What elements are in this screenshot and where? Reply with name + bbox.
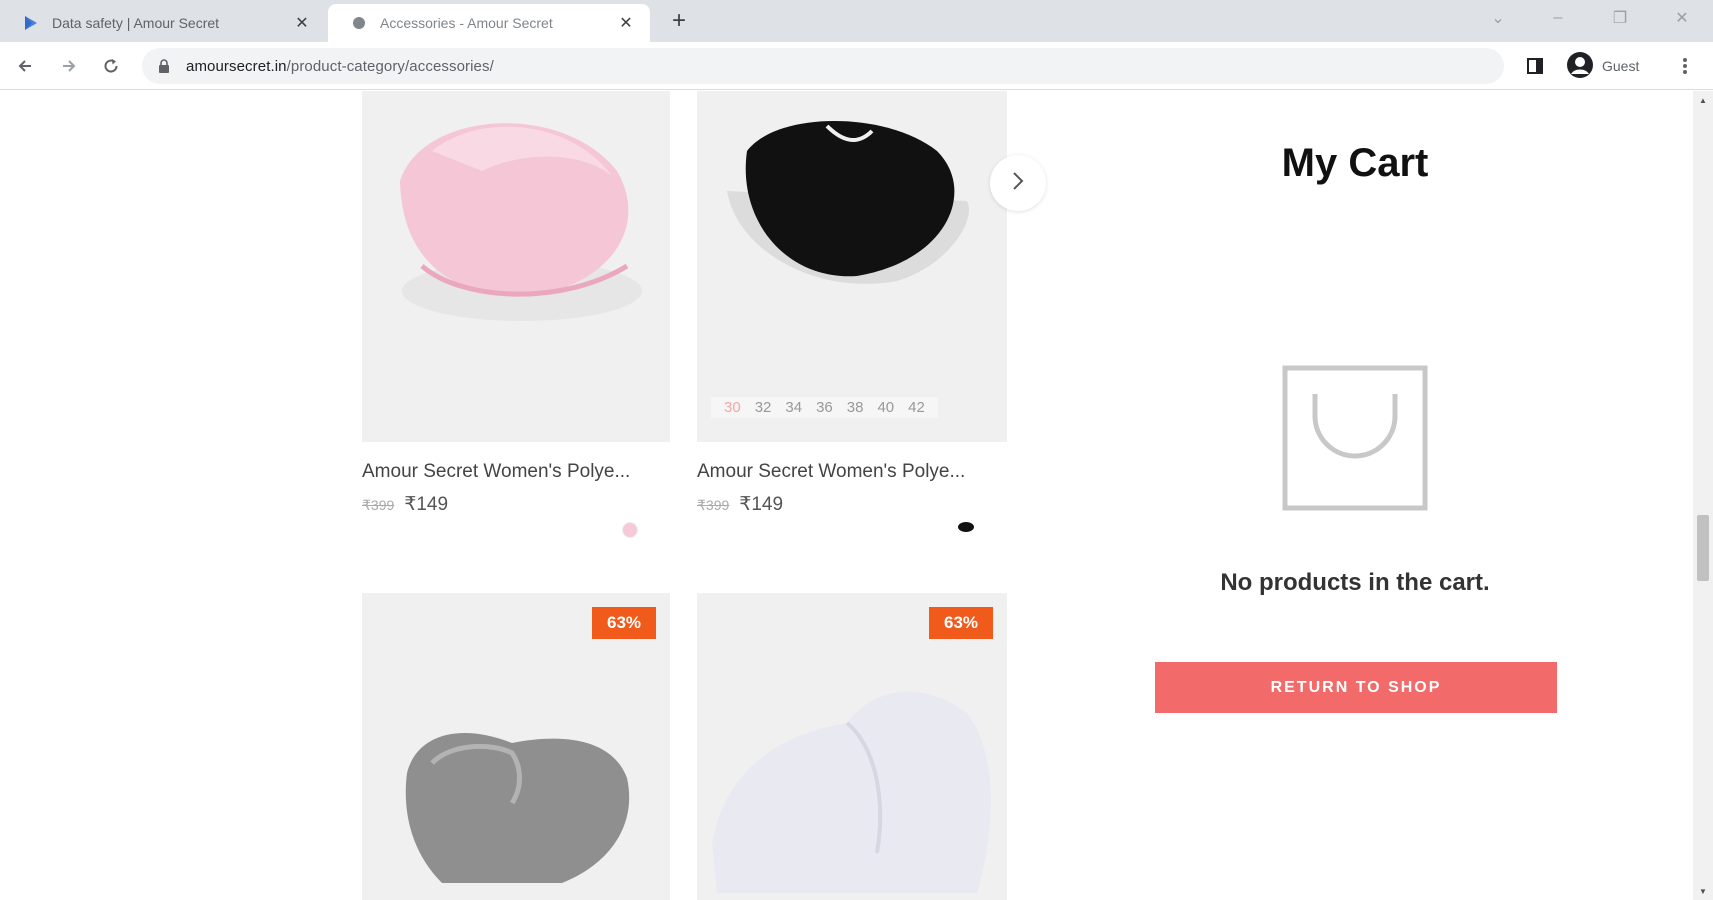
tab-accessories[interactable]: Accessories - Amour Secret ✕ bbox=[328, 4, 650, 42]
size-option[interactable]: 40 bbox=[870, 399, 901, 416]
scroll-up-icon[interactable]: ▲ bbox=[1693, 93, 1713, 107]
product-image[interactable] bbox=[362, 91, 670, 442]
size-option[interactable]: 38 bbox=[840, 399, 871, 416]
url-text: amoursecret.in/product-category/accessor… bbox=[186, 57, 494, 75]
scroll-down-icon[interactable]: ▼ bbox=[1693, 884, 1713, 898]
product-card[interactable]: 63% bbox=[362, 593, 670, 900]
globe-icon bbox=[350, 14, 368, 32]
close-window-button[interactable]: ✕ bbox=[1662, 4, 1702, 32]
tab-data-safety[interactable]: Data safety | Amour Secret ✕ bbox=[0, 4, 326, 42]
size-list: 30 32 34 36 38 40 42 bbox=[711, 397, 938, 418]
size-option[interactable]: 36 bbox=[809, 399, 840, 416]
tab-title: Accessories - Amour Secret bbox=[380, 15, 553, 31]
browser-tab-strip: Data safety | Amour Secret ✕ Accessories… bbox=[0, 0, 1713, 42]
close-tab-icon[interactable]: ✕ bbox=[292, 13, 312, 33]
size-option[interactable]: 32 bbox=[748, 399, 779, 416]
scrollbar-thumb[interactable] bbox=[1697, 515, 1709, 581]
back-button[interactable] bbox=[10, 51, 40, 81]
cart-title: My Cart bbox=[1281, 141, 1429, 185]
address-bar[interactable]: amoursecret.in/product-category/accessor… bbox=[142, 48, 1504, 84]
product-name[interactable]: Amour Secret Women's Polye... bbox=[362, 461, 630, 483]
product-image[interactable]: 30 32 34 36 38 40 42 bbox=[697, 91, 1007, 442]
reload-button[interactable] bbox=[96, 51, 126, 81]
product-card[interactable]: Amour Secret Women's Polye... ₹399 ₹149 bbox=[362, 91, 670, 538]
profile-button[interactable]: Guest bbox=[1560, 50, 1649, 82]
forward-button[interactable] bbox=[54, 51, 84, 81]
return-to-shop-button[interactable]: RETURN TO SHOP bbox=[1155, 662, 1557, 713]
old-price: ₹399 bbox=[362, 497, 395, 513]
menu-icon[interactable] bbox=[1670, 51, 1700, 81]
product-price: ₹399 ₹149 bbox=[362, 493, 448, 516]
browser-toolbar: amoursecret.in/product-category/accessor… bbox=[0, 42, 1713, 90]
close-tab-icon[interactable]: ✕ bbox=[616, 13, 636, 33]
profile-label: Guest bbox=[1602, 58, 1640, 74]
discount-badge: 63% bbox=[592, 607, 656, 639]
sale-price: ₹149 bbox=[404, 494, 449, 515]
carousel-next-button[interactable] bbox=[990, 155, 1046, 211]
new-tab-button[interactable]: + bbox=[664, 6, 694, 36]
lock-icon[interactable] bbox=[158, 59, 172, 73]
tab-title: Data safety | Amour Secret bbox=[52, 15, 220, 31]
size-option[interactable]: 30 bbox=[717, 399, 748, 416]
sale-price: ₹149 bbox=[739, 494, 784, 515]
size-option[interactable]: 34 bbox=[778, 399, 809, 416]
size-option[interactable]: 42 bbox=[901, 399, 932, 416]
restore-button[interactable]: ❐ bbox=[1600, 4, 1640, 32]
minimize-button[interactable]: – bbox=[1538, 4, 1578, 32]
product-image[interactable]: 63% bbox=[697, 593, 1007, 900]
account-icon bbox=[1566, 51, 1594, 82]
product-card[interactable]: 30 32 34 36 38 40 42 Amour Secret Women'… bbox=[697, 91, 1007, 532]
product-name[interactable]: Amour Secret Women's Polye... bbox=[697, 461, 965, 483]
page-content: Amour Secret Women's Polye... ₹399 ₹149 … bbox=[0, 91, 1693, 900]
shopping-bag-icon bbox=[1281, 364, 1429, 512]
color-swatch[interactable] bbox=[958, 522, 974, 532]
product-image[interactable]: 63% bbox=[362, 593, 670, 900]
product-price: ₹399 ₹149 bbox=[697, 493, 783, 516]
play-store-icon bbox=[22, 14, 40, 32]
cart-empty-message: No products in the cart. bbox=[1220, 569, 1490, 596]
side-panel-icon[interactable] bbox=[1520, 51, 1550, 81]
chevron-right-icon bbox=[1011, 171, 1025, 196]
color-swatch[interactable] bbox=[622, 522, 638, 538]
tab-search-icon[interactable]: ⌄ bbox=[1478, 4, 1518, 32]
product-card[interactable]: 63% bbox=[697, 593, 1007, 900]
page-scrollbar[interactable]: ▲ ▼ bbox=[1693, 91, 1713, 900]
discount-badge: 63% bbox=[929, 607, 993, 639]
old-price: ₹399 bbox=[697, 497, 730, 513]
